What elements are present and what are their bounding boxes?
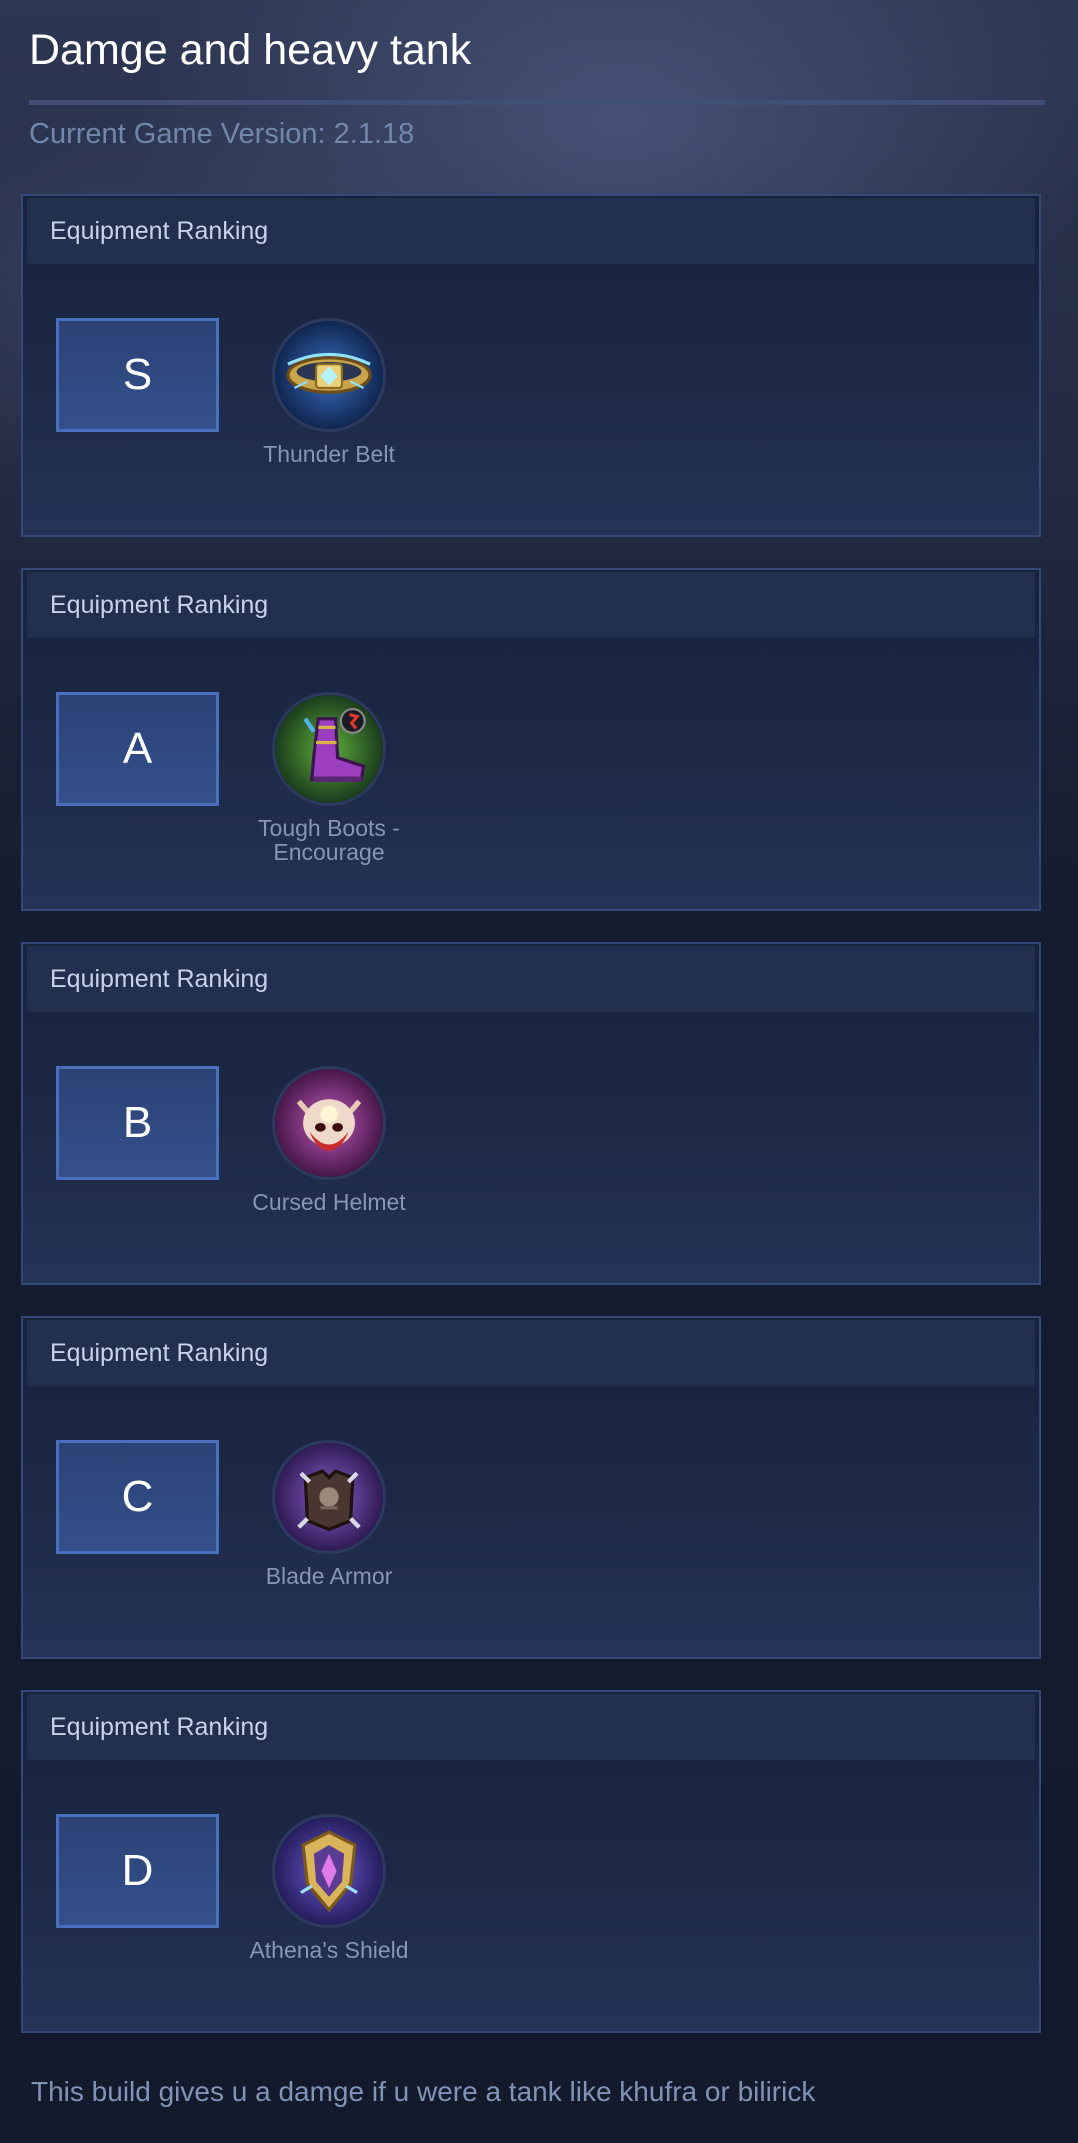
athenas-shield-icon[interactable] (272, 1814, 386, 1928)
tier-badge-a: A (56, 692, 219, 806)
panel-header: Equipment Ranking (27, 1320, 1035, 1386)
panel-header: Equipment Ranking (27, 1694, 1035, 1760)
page: { "page": { "title": "Damge and heavy ta… (0, 0, 1078, 2143)
ranking-panel-b: Equipment Ranking B Cursed Helmet (21, 942, 1041, 1285)
ranking-panel-c: Equipment Ranking C Blade Armor (21, 1316, 1041, 1659)
panel-header: Equipment Ranking (27, 946, 1035, 1012)
panel-header-label: Equipment Ranking (50, 217, 269, 245)
game-version: Current Game Version: 2.1.18 (29, 118, 415, 150)
page-title: Damge and heavy tank (29, 26, 472, 74)
ranking-panel-s: Equipment Ranking S Thunder Belt (21, 194, 1041, 537)
panel-header-label: Equipment Ranking (50, 965, 269, 993)
panel-header: Equipment Ranking (27, 572, 1035, 638)
item-name: Athena's Shield (249, 1937, 409, 1963)
panel-header-label: Equipment Ranking (50, 1339, 269, 1367)
ranking-panel-a: Equipment Ranking A Tough Boots - Encour… (21, 568, 1041, 911)
item-name: Blade Armor (265, 1563, 393, 1589)
build-description: This build gives u a damge if u were a t… (31, 2076, 816, 2107)
tough-boots-icon[interactable] (272, 692, 386, 806)
tier-badge-d: D (56, 1814, 219, 1928)
tier-badge-s: S (56, 318, 219, 432)
panel-header: Equipment Ranking (27, 198, 1035, 264)
ranking-panel-d: Equipment Ranking D Athena's Shield (21, 1690, 1041, 2033)
cursed-helmet-icon[interactable] (272, 1066, 386, 1180)
tier-badge-b: B (56, 1066, 219, 1180)
thunder-belt-icon[interactable] (272, 318, 386, 432)
tier-badge-c: C (56, 1440, 219, 1554)
panel-header-label: Equipment Ranking (50, 591, 269, 619)
title-divider (29, 100, 1045, 105)
item-name: Thunder Belt (263, 441, 395, 467)
item-name: Cursed Helmet (252, 1189, 406, 1215)
panel-header-label: Equipment Ranking (50, 1713, 269, 1741)
item-name: Tough Boots - Encourage (258, 815, 400, 865)
blade-armor-icon[interactable] (272, 1440, 386, 1554)
